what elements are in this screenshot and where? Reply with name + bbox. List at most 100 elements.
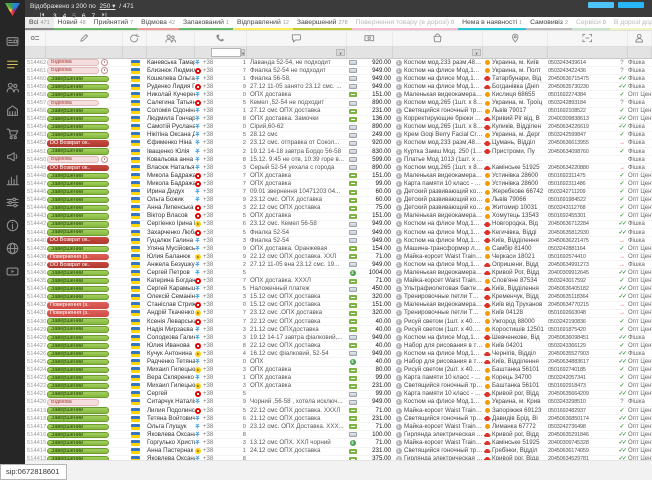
clients-icon[interactable]	[0, 76, 25, 99]
phone-filter-input[interactable]	[211, 48, 241, 57]
phone-cell[interactable]: +38	[195, 382, 237, 390]
tracking-number[interactable]: 20450635812930	[548, 229, 616, 237]
tracking-number[interactable]: 0501692108522	[548, 107, 616, 115]
tracking-number[interactable]: 20400309745328	[548, 439, 616, 447]
app-logo-icon[interactable]	[5, 3, 20, 16]
column-header-customers-icon[interactable]	[147, 31, 195, 46]
tracking-number[interactable]: 0501692311486	[548, 180, 616, 188]
tracking-number[interactable]: 0503242881164	[548, 245, 616, 253]
phone-cell[interactable]: +38	[195, 261, 237, 269]
column-header-tracking-code-icon[interactable]	[548, 31, 628, 46]
tracking-number[interactable]: 20450634770215	[548, 301, 616, 309]
tracking-number[interactable]: 20450636613955	[548, 139, 616, 147]
sliders-icon[interactable]	[0, 191, 25, 214]
tracking-number[interactable]: 0501692455301	[548, 212, 616, 220]
tracking-number[interactable]: 0501692663048	[548, 309, 616, 317]
phone-cell[interactable]: +38	[195, 423, 237, 431]
phone-cell[interactable]: +38	[195, 253, 237, 261]
filter-dropdown-icon[interactable]: ▾	[241, 49, 245, 56]
tracking-number[interactable]: 0501691984522	[548, 196, 616, 204]
phone-cell[interactable]: +38	[195, 342, 237, 350]
page-number[interactable]: 7	[92, 13, 96, 20]
tracking-number[interactable]: 20450636850174	[548, 415, 616, 423]
tracking-number[interactable]: 0503243439614	[548, 59, 616, 67]
phone-cell[interactable]: +38	[195, 334, 237, 342]
tracking-number[interactable]: 0503242190836	[548, 318, 616, 326]
tracking-number[interactable]: 20450634098760	[548, 148, 616, 156]
phone-cell[interactable]: +38	[195, 204, 237, 212]
tracking-number[interactable]: 20450635291846	[548, 431, 616, 439]
phone-cell[interactable]: +38	[195, 374, 237, 382]
per-page-dropdown[interactable]: 250 ▾	[100, 3, 116, 10]
column-header-money-icon[interactable]	[347, 31, 393, 46]
phone-cell[interactable]: +38	[195, 318, 237, 326]
phone-cell[interactable]: +38	[195, 172, 237, 180]
orders-list-icon[interactable]	[0, 53, 25, 76]
phone-cell[interactable]: +38	[195, 115, 237, 123]
tracking-number[interactable]: 0503243112768	[548, 204, 616, 212]
phone-cell[interactable]: +38	[195, 285, 237, 293]
phone-cell[interactable]: +38	[195, 277, 237, 285]
info-icon[interactable]	[0, 214, 25, 237]
tracking-number[interactable]: 20450636174059	[548, 447, 616, 455]
column-header-manager-icon[interactable]	[628, 31, 652, 46]
tracking-number[interactable]: 20400309838613	[548, 115, 616, 123]
phone-cell[interactable]: +38	[195, 447, 237, 455]
phone-cell[interactable]: +38	[195, 139, 237, 147]
phone-cell[interactable]: +38	[195, 309, 237, 317]
page-number[interactable]: 4	[63, 13, 67, 20]
phone-cell[interactable]: +38	[195, 99, 237, 107]
tracking-number[interactable]: 20450636221475	[548, 237, 616, 245]
tracking-number[interactable]: 20450634226619	[548, 123, 616, 131]
column-header-order-id-icon[interactable]	[25, 31, 46, 46]
page-last-icon[interactable]	[101, 12, 109, 20]
phone-cell[interactable]: +38	[195, 75, 237, 83]
tracking-number[interactable]: 0503243298510	[548, 398, 616, 406]
filter-dropdown-icon[interactable]: ▾	[472, 49, 481, 56]
column-header-product-bag-icon[interactable]	[393, 31, 483, 46]
phone-cell[interactable]: +38	[195, 398, 237, 406]
phone-cell[interactable]: +38	[195, 326, 237, 334]
phone-cell[interactable]: +38	[195, 237, 237, 245]
page-number[interactable]: 5	[72, 13, 76, 20]
tracking-number[interactable]: 20450634220880	[548, 164, 616, 172]
phone-cell[interactable]: +38	[195, 212, 237, 220]
tracking-number[interactable]: 20450636098451	[548, 334, 616, 342]
tracking-number[interactable]: 0501692740185	[548, 366, 616, 374]
tracking-number[interactable]: 20450636405182	[548, 285, 616, 293]
page-number[interactable]: 6	[82, 13, 86, 20]
id-card-icon[interactable]	[0, 30, 25, 53]
phone-cell[interactable]: +38	[195, 123, 237, 131]
phone-cell[interactable]: +38	[195, 83, 237, 91]
phone-cell[interactable]: +38	[195, 156, 237, 164]
tracking-number[interactable]: 20450636712284	[548, 220, 616, 228]
phone-cell[interactable]: +38	[195, 439, 237, 447]
phone-cell[interactable]: +38	[195, 180, 237, 188]
phone-cell[interactable]: +38	[195, 350, 237, 358]
tracking-number[interactable]: 0503242057341	[548, 374, 616, 382]
phone-cell[interactable]: +38	[195, 431, 237, 439]
phone-cell[interactable]: +38	[195, 415, 237, 423]
column-header-comment-icon[interactable]	[247, 31, 347, 46]
tracking-number[interactable]: 20450636715475	[548, 75, 616, 83]
tracking-number[interactable]: 0501692574410	[548, 253, 616, 261]
globe-icon[interactable]	[0, 237, 25, 260]
megaphone-icon[interactable]	[0, 145, 25, 168]
phone-cell[interactable]: +38	[195, 269, 237, 277]
column-header-location-pin-icon[interactable]	[483, 31, 548, 46]
page-first-icon[interactable]	[39, 12, 47, 20]
tracking-number[interactable]: 0503242736498	[548, 423, 616, 431]
phone-cell[interactable]: +38	[195, 366, 237, 374]
phone-cell[interactable]: +38	[195, 407, 237, 415]
tracking-number[interactable]: 20450634991273	[548, 261, 616, 269]
phone-cell[interactable]: +38	[195, 164, 237, 172]
tracking-number[interactable]: 0503243017592	[548, 277, 616, 285]
tracking-number[interactable]: 0501692918473	[548, 382, 616, 390]
tracking-number[interactable]: 0503242893184	[548, 99, 616, 107]
tracking-number[interactable]: 0501692311475	[548, 172, 616, 180]
tracking-number[interactable]: 20450635730230	[548, 83, 616, 91]
cart-icon[interactable]	[0, 122, 25, 145]
tracking-number[interactable]: 0503243422436	[548, 67, 616, 75]
phone-cell[interactable]: +38	[195, 301, 237, 309]
phone-cell[interactable]: +38	[195, 188, 237, 196]
